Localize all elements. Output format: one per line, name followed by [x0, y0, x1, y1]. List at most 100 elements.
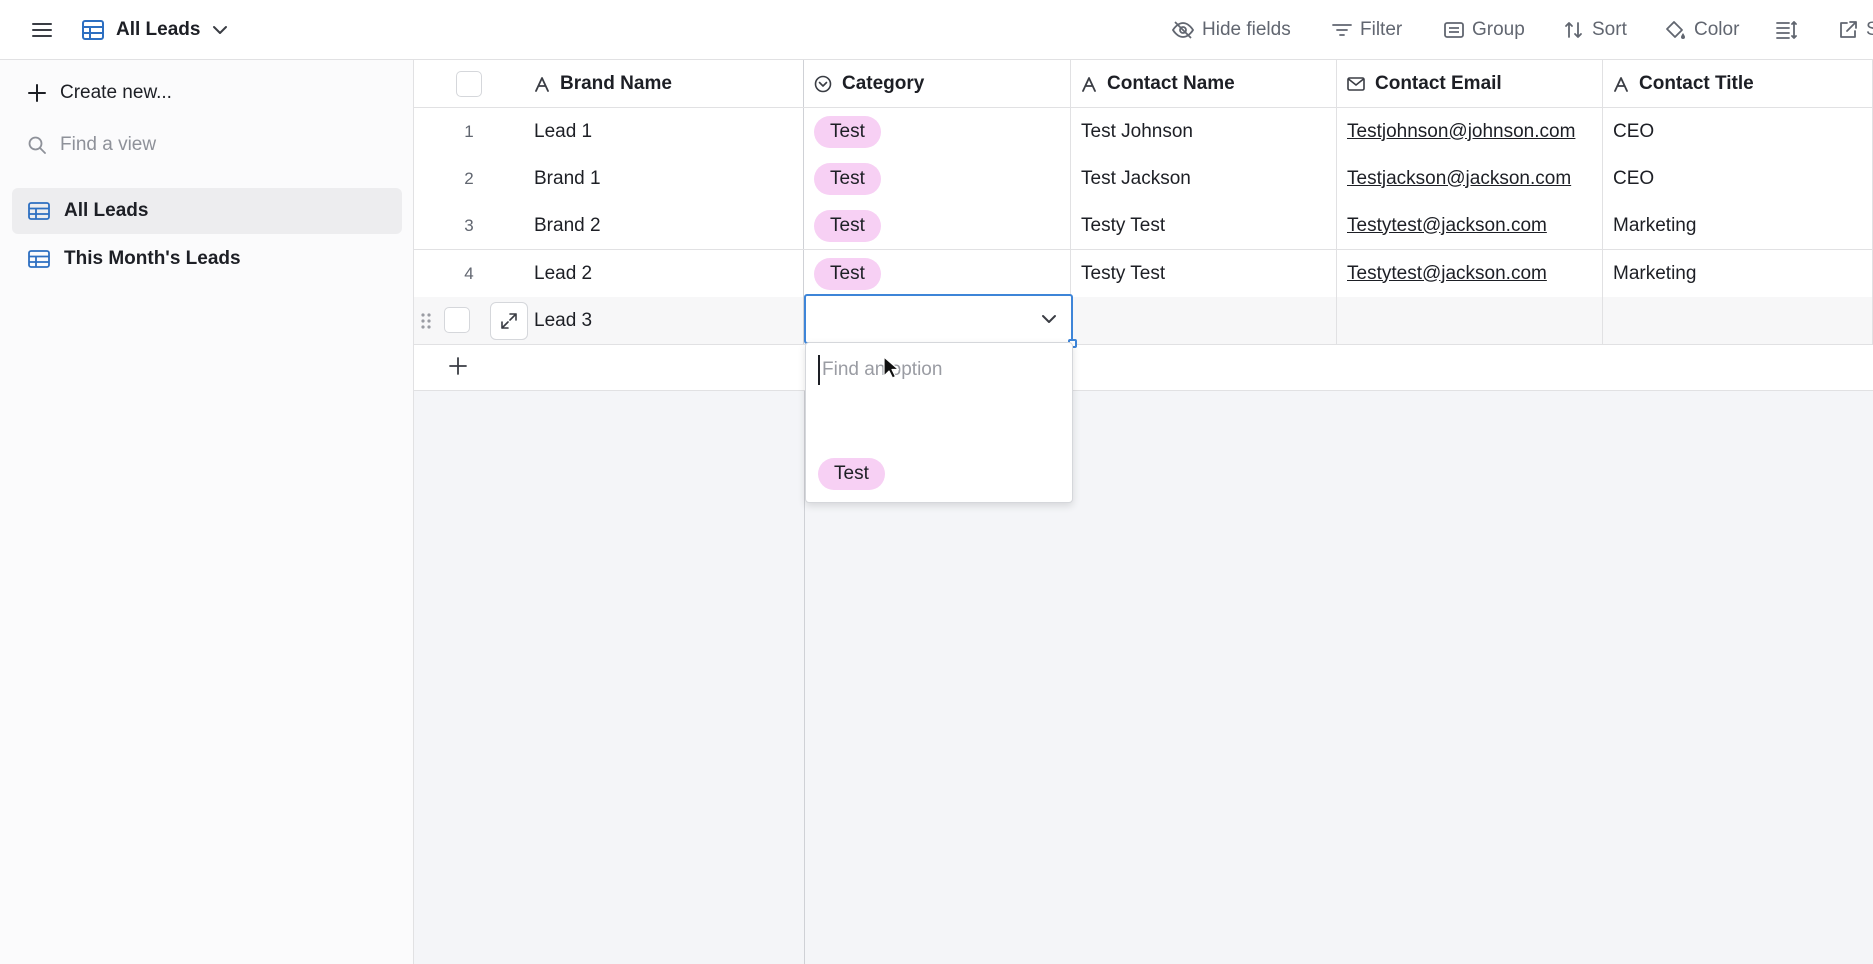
row-select-checkbox[interactable]	[444, 307, 470, 333]
paint-bucket-icon	[1664, 20, 1686, 40]
contact-name-cell[interactable]	[1071, 297, 1337, 344]
brand-name-cell[interactable]: Lead 3	[524, 297, 804, 344]
row-height-icon	[1776, 21, 1798, 39]
eye-slash-icon	[1172, 21, 1194, 39]
select-all-checkbox[interactable]	[456, 70, 482, 97]
column-header-category[interactable]: Category	[804, 60, 1071, 107]
grid-view-icon	[82, 20, 104, 40]
top-toolbar: All Leads Hide fields Filter Group Sort …	[0, 0, 1873, 60]
contact-name-cell[interactable]: Test Johnson	[1071, 108, 1337, 155]
column-header-contact-title[interactable]: Contact Title	[1603, 60, 1873, 107]
email-link[interactable]: Testjackson@jackson.com	[1347, 168, 1571, 190]
column-header-label: Contact Email	[1375, 72, 1502, 94]
sidebar-item-this-months-leads[interactable]: This Month's Leads	[12, 236, 402, 282]
contact-email-cell[interactable]	[1337, 297, 1603, 344]
table-row[interactable]: 4 Lead 2 Test Testy Test Testytest@jacks…	[414, 250, 1873, 298]
find-view-search	[28, 134, 388, 156]
find-option-input[interactable]	[818, 355, 1058, 385]
category-pill: Test	[814, 162, 881, 195]
column-header-label: Category	[842, 72, 925, 94]
row-number: 2	[464, 168, 474, 188]
search-icon	[28, 136, 46, 154]
category-options-dropdown: Test	[805, 342, 1073, 503]
category-pill: Test	[814, 257, 881, 290]
view-title: All Leads	[116, 19, 201, 40]
mouse-pointer-icon	[883, 356, 899, 380]
category-cell[interactable]: Test	[804, 155, 1071, 202]
chevron-down-icon	[1041, 314, 1057, 324]
column-header-label: Contact Title	[1639, 72, 1754, 94]
brand-name-cell[interactable]: Brand 2	[524, 202, 804, 249]
row-number: 4	[464, 263, 474, 283]
color-button[interactable]: Color	[1664, 12, 1739, 48]
find-view-input[interactable]	[60, 134, 360, 156]
brand-name-cell[interactable]: Lead 1	[524, 108, 804, 155]
column-header-brand-name[interactable]: Brand Name	[524, 60, 804, 107]
category-cell[interactable]: Test	[804, 202, 1071, 249]
contact-title-cell[interactable]: CEO	[1603, 108, 1873, 155]
filter-button[interactable]: Filter	[1332, 12, 1402, 48]
row-number: 3	[464, 215, 474, 235]
view-switcher[interactable]: All Leads	[82, 10, 228, 50]
table-row[interactable]: 2 Brand 1 Test Test Jackson Testjackson@…	[414, 155, 1873, 203]
contact-email-cell[interactable]: Testytest@jackson.com	[1337, 250, 1603, 297]
category-cell[interactable]: Test	[804, 250, 1071, 297]
text-field-icon	[1081, 76, 1097, 92]
text-field-icon	[534, 76, 550, 92]
group-button[interactable]: Group	[1444, 12, 1525, 48]
email-link[interactable]: Testytest@jackson.com	[1347, 263, 1547, 285]
create-new-button[interactable]: Create new...	[28, 82, 172, 104]
contact-title-cell[interactable]	[1603, 297, 1873, 344]
sidebar-item-label: All Leads	[64, 200, 149, 221]
contact-name-cell[interactable]: Testy Test	[1071, 202, 1337, 249]
add-record-row[interactable]	[414, 345, 1873, 391]
option-pill[interactable]: Test	[818, 458, 885, 490]
brand-name-cell[interactable]: Lead 2	[524, 250, 804, 297]
filter-icon	[1332, 23, 1352, 37]
grid-view-icon	[28, 250, 50, 268]
grid-view-icon	[28, 202, 50, 220]
contact-title-cell[interactable]: Marketing	[1603, 202, 1873, 249]
category-select-editor[interactable]	[804, 294, 1077, 348]
text-field-icon	[1613, 76, 1629, 92]
drag-handle-icon[interactable]	[420, 311, 432, 331]
external-link-icon	[1838, 20, 1858, 40]
sort-label: Sort	[1592, 19, 1627, 40]
category-pill: Test	[814, 115, 881, 148]
row-number: 1	[464, 121, 474, 141]
envelope-icon	[1347, 76, 1365, 91]
contact-email-cell[interactable]: Testjohnson@johnson.com	[1337, 108, 1603, 155]
share-label: S	[1866, 19, 1873, 40]
brand-name-cell[interactable]: Brand 1	[524, 155, 804, 202]
table-row[interactable]: 1 Lead 1 Test Test Johnson Testjohnson@j…	[414, 108, 1873, 156]
add-record-plus-icon[interactable]	[448, 356, 468, 376]
contact-title-cell[interactable]: Marketing	[1603, 250, 1873, 297]
sidebar-item-label: This Month's Leads	[64, 248, 241, 269]
row-height-button[interactable]	[1776, 12, 1798, 48]
sidebar-item-all-leads[interactable]: All Leads	[12, 188, 402, 234]
email-link[interactable]: Testjohnson@johnson.com	[1347, 121, 1575, 143]
column-header-label: Contact Name	[1107, 72, 1235, 94]
contact-name-cell[interactable]: Test Jackson	[1071, 155, 1337, 202]
expand-icon	[500, 312, 518, 330]
hamburger-menu-icon[interactable]	[28, 16, 56, 44]
share-view-button[interactable]: S	[1838, 12, 1873, 48]
chevron-down-icon	[212, 25, 228, 35]
group-icon	[1444, 22, 1464, 38]
table-row[interactable]: 3 Brand 2 Test Testy Test Testytest@jack…	[414, 202, 1873, 250]
contact-email-cell[interactable]: Testytest@jackson.com	[1337, 202, 1603, 249]
column-header-label: Brand Name	[560, 72, 672, 94]
hide-fields-button[interactable]: Hide fields	[1172, 12, 1291, 48]
table-row-editing[interactable]: Lead 3	[414, 297, 1873, 345]
email-link[interactable]: Testytest@jackson.com	[1347, 215, 1547, 237]
sort-button[interactable]: Sort	[1564, 12, 1627, 48]
column-header-contact-email[interactable]: Contact Email	[1337, 60, 1603, 107]
column-header-contact-name[interactable]: Contact Name	[1071, 60, 1337, 107]
contact-name-cell[interactable]: Testy Test	[1071, 250, 1337, 297]
contact-title-cell[interactable]: CEO	[1603, 155, 1873, 202]
contact-email-cell[interactable]: Testjackson@jackson.com	[1337, 155, 1603, 202]
category-cell[interactable]: Test	[804, 108, 1071, 155]
expand-record-button[interactable]	[490, 302, 528, 340]
hide-fields-label: Hide fields	[1202, 19, 1291, 40]
select-all-cell	[414, 60, 524, 107]
